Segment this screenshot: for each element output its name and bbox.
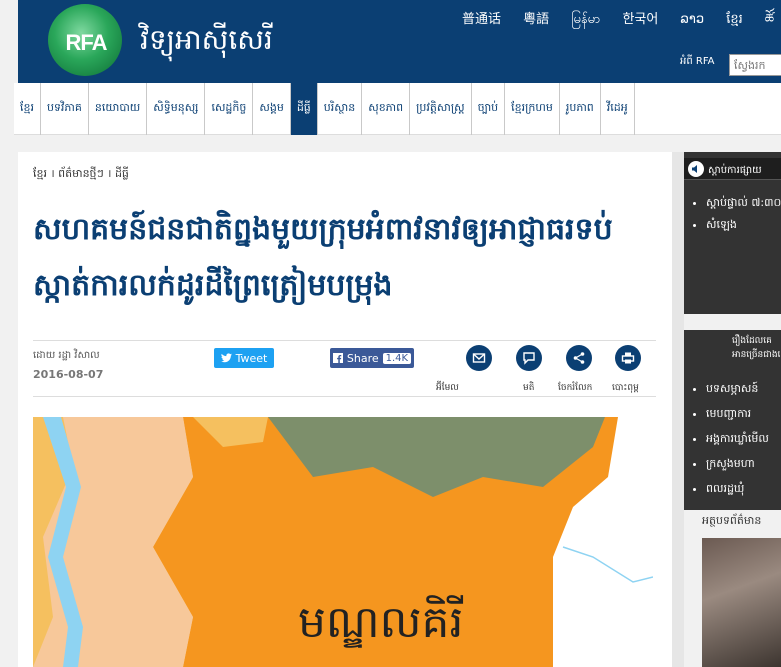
- list-item[interactable]: មេបញ្ជាការ: [706, 407, 769, 423]
- header-edge: [0, 0, 18, 83]
- map-label: មណ្ឌលគិរី: [298, 597, 464, 648]
- nav-item[interactable]: សុខភាព: [362, 83, 411, 135]
- listen-box: ស្ដាប់ការផ្សាយ ស្ដាប់ផ្ទាល់ ៧:៣០- សំឡេង: [684, 152, 781, 314]
- most-read-box: រឿងដែលគេ អានច្រើនជាងគេ បទសម្ភាសន៍ មេបញ្ជ…: [684, 330, 781, 510]
- most-read-intro: រឿងដែលគេ អានច្រើនជាងគេ: [732, 336, 781, 360]
- nav-item[interactable]: ច្បាប់: [472, 83, 506, 135]
- print-button[interactable]: [615, 345, 641, 371]
- breadcrumb[interactable]: ខ្មែរ । ព័ត៌មានថ្មីៗ । ដីធ្លី: [33, 166, 129, 183]
- nav-item[interactable]: រូបភាព: [560, 83, 601, 135]
- list-item[interactable]: អង្គការឃ្លាំមើល: [706, 432, 769, 448]
- most-read-list: បទសម្ភាសន៍ មេបញ្ជាការ អង្គការឃ្លាំមើល ក្…: [706, 382, 769, 507]
- byline: ដោយ រដ្ឋា វិសាល: [33, 350, 100, 361]
- language-links: 普通话 粵語 မြန်မာ 한국어 ລາວ ខ្មែរ ཚོ: [462, 4, 781, 41]
- print-icon: [621, 352, 635, 364]
- tweet-button[interactable]: Tweet: [214, 348, 274, 368]
- listen-title: ស្ដាប់ការផ្សាយ: [708, 165, 762, 176]
- nav-item[interactable]: ខ្មែរក្រហម: [505, 83, 560, 135]
- article-map-image: មណ្ឌលគិរី: [33, 417, 653, 667]
- logo-text: RFA: [65, 30, 108, 55]
- lang-link[interactable]: 粵語: [523, 12, 549, 27]
- rfa-logo[interactable]: RFA: [45, 4, 125, 76]
- main-nav: ខ្មែរ បទវិភាគ នយោបាយ សិទ្ធិមនុស្ស សេដ្ឋក…: [14, 83, 781, 135]
- related-thumbnail[interactable]: [702, 538, 781, 667]
- facebook-icon: [332, 353, 343, 363]
- lang-link[interactable]: မြန်မာ: [571, 12, 600, 27]
- comment-label: មតិ: [523, 383, 535, 393]
- tweet-label: Tweet: [235, 351, 268, 365]
- email-icon: [472, 353, 486, 363]
- related-title: អត្ថបទព័ត៌មាន: [702, 514, 762, 527]
- listen-live-link[interactable]: ស្ដាប់ផ្ទាល់ ៧:៣០-: [706, 196, 781, 212]
- share-label: Share: [346, 351, 379, 365]
- list-item[interactable]: ក្រសួងមហា: [706, 457, 769, 473]
- list-item[interactable]: បទសម្ភាសន៍: [706, 382, 769, 398]
- share-button[interactable]: [566, 345, 592, 371]
- facebook-share-button[interactable]: Share 1.4K: [330, 348, 414, 368]
- nav-item[interactable]: សេដ្ឋកិច្ច: [205, 83, 254, 135]
- email-button[interactable]: [466, 345, 492, 371]
- nav-item[interactable]: នយោបាយ: [89, 83, 148, 135]
- site-header: RFA វិទ្យុអាស៊ីសេរី 普通话 粵語 မြန်မာ 한국어 ລາ…: [0, 0, 781, 83]
- article-date: 2016-08-07: [33, 368, 104, 381]
- share-icon: [573, 352, 585, 364]
- nav-item[interactable]: ប្រវត្តិសាស្ត្រ: [410, 83, 472, 135]
- nav-item-active[interactable]: ដីធ្លី: [290, 83, 318, 135]
- list-item[interactable]: ពលរដ្ឋឃុំ: [706, 482, 769, 498]
- print-label: បោះពុម្ព: [612, 383, 639, 393]
- lang-link[interactable]: 普通话: [462, 12, 501, 27]
- lang-link[interactable]: ລາວ: [680, 12, 704, 27]
- share-action-label: ចែករំលែក: [558, 383, 593, 393]
- nav-item[interactable]: សិទ្ធិមនុស្ស: [147, 83, 206, 135]
- share-count: 1.4K: [382, 352, 412, 364]
- divider: [33, 396, 656, 397]
- lang-link[interactable]: 한국어: [622, 12, 658, 27]
- lang-link[interactable]: ខ្មែរ: [726, 12, 743, 27]
- lang-link[interactable]: ཚོ: [765, 12, 774, 27]
- about-link[interactable]: អំពី RFA: [680, 54, 715, 69]
- nav-item[interactable]: ខ្មែរ: [14, 83, 41, 135]
- site-title[interactable]: វិទ្យុអាស៊ីសេរី: [140, 22, 273, 63]
- comment-icon: [523, 352, 535, 365]
- speaker-icon: [688, 161, 704, 177]
- email-label: អ៊ីមែល: [436, 383, 459, 393]
- listen-audio-link[interactable]: សំឡេង: [706, 218, 781, 234]
- listen-list: ស្ដាប់ផ្ទាល់ ៧:៣០- សំឡេង: [706, 196, 781, 240]
- article-container: ខ្មែរ । ព័ត៌មានថ្មីៗ । ដីធ្លី សហគមន៍ជនជា…: [18, 152, 672, 667]
- article-title: សហគមន៍ជនជាតិព្នងមួយក្រុមអំពាវនាវឲ្យអាជ្ញ…: [33, 212, 613, 303]
- comment-button[interactable]: [516, 345, 542, 371]
- twitter-icon: [220, 353, 232, 363]
- search-input[interactable]: [729, 54, 781, 76]
- nav-item[interactable]: វីដេអូ: [601, 83, 635, 135]
- scroll-gutter: [672, 152, 684, 667]
- nav-item[interactable]: បរិស្ថាន: [318, 83, 363, 135]
- nav-item[interactable]: សង្គម: [253, 83, 291, 135]
- divider: [33, 340, 656, 341]
- nav-item[interactable]: បទវិភាគ: [41, 83, 89, 135]
